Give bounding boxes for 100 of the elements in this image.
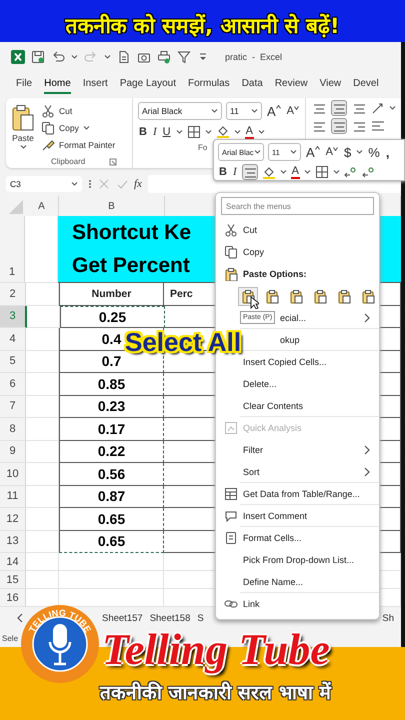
shrink-font-button[interactable]: A [324,146,340,158]
paste-button[interactable]: Paste [11,102,35,157]
clipboard-icon [11,104,35,132]
italic-button[interactable]: I [152,126,158,138]
align-center-button[interactable] [331,118,347,134]
excel-logo-icon [11,50,25,64]
cut-button[interactable]: Cut [41,104,116,118]
row-header[interactable]: 7 [0,396,26,418]
ribbon-tab[interactable]: Home [44,74,71,94]
up-caret-icon [314,146,320,150]
ribbon-tab[interactable]: Insert [82,74,108,94]
undo-icon[interactable] [51,50,65,64]
printer-icon[interactable] [157,50,171,64]
menu-item[interactable]: Delete... [216,373,379,395]
row-header[interactable]: 16 [0,589,26,607]
font-name-field[interactable]: Arial Black [138,102,222,120]
ribbon-tab[interactable]: Devel [353,74,379,94]
caret-icon [258,128,265,134]
copy-button[interactable]: Copy [41,121,116,135]
borders-icon[interactable] [186,124,201,138]
ribbon-tab[interactable]: Page Layout [120,74,176,94]
fill-color-icon[interactable] [216,124,230,139]
underline-button[interactable]: U [162,126,172,138]
grow-font-button[interactable]: A [305,144,321,160]
ribbon-tab[interactable]: File [16,74,32,94]
dialog-launcher-icon[interactable] [108,158,117,166]
grid-cell [26,530,59,553]
orientation-icon[interactable] [371,101,385,115]
menu-item[interactable]: Pick From Drop-down List... [216,549,379,571]
row-header[interactable]: 5 [0,350,26,373]
bold-button[interactable]: B [218,166,228,178]
italic-button[interactable]: I [232,166,238,178]
menu-item[interactable]: Copy [216,241,379,263]
save-icon[interactable] [31,50,45,64]
menu-item[interactable]: Clear Contents [216,395,379,417]
borders-icon[interactable] [314,165,329,179]
fill-color-icon[interactable] [262,164,276,180]
menu-item[interactable]: Sort [216,461,379,483]
sheet-tab[interactable]: Sheet157 [102,612,150,624]
menu-item[interactable]: okup [280,329,371,351]
indent-icon[interactable] [371,119,385,133]
search-field[interactable]: Search the menus [221,197,374,215]
row-header[interactable]: 11 [0,486,26,508]
grid-cell [26,440,59,463]
chevron-right-icon [363,313,371,323]
row-header[interactable]: 15 [0,571,26,589]
middle-align-button[interactable] [331,100,347,116]
row-header[interactable]: 3 [0,306,27,328]
comma-button[interactable]: , [384,144,390,160]
lines-icon [333,102,345,114]
clipboard-icon [224,267,238,281]
scroll-left-icon[interactable] [16,613,24,623]
ribbon-tab[interactable]: Data [242,74,263,94]
row-header[interactable]: 8 [0,418,26,440]
menu-item[interactable]: Filter [216,439,379,461]
menu-item[interactable]: Format Cells... [216,527,379,549]
down-caret-icon [294,106,299,110]
format-painter-button[interactable]: Format Painter [41,138,116,152]
menu-item[interactable]: Link [216,593,379,615]
shrink-font-button[interactable]: A [286,105,300,117]
document-icon[interactable] [117,50,131,64]
row-header[interactable]: 6 [0,373,26,396]
ribbon-tab[interactable]: View [320,74,342,94]
row-header[interactable]: 13 [0,530,26,553]
row-header[interactable]: 4 [0,328,26,350]
row-header[interactable]: 2 [0,283,26,306]
menu-item[interactable]: ecial... [280,307,371,329]
row-header[interactable]: 12 [0,508,26,530]
grow-font-button[interactable]: A [266,104,282,118]
row-header[interactable]: 14 [0,553,26,571]
grid-cell [26,283,59,306]
filter-icon[interactable] [177,50,191,64]
chevron-right-icon [363,445,371,455]
caret-icon [280,169,287,175]
decimal-icon[interactable] [362,165,376,179]
sheet-tab[interactable]: Sh [382,612,401,624]
row-header[interactable]: 10 [0,463,26,486]
currency-button[interactable]: $ [343,144,352,160]
sheet-tab[interactable]: S [197,612,211,624]
insert-function-button[interactable]: fx [134,178,142,190]
name-box[interactable]: C3 [6,176,82,192]
menu-item[interactable]: Define Name... [216,571,379,593]
sheet-tab[interactable]: Sheet158 [150,612,198,624]
group-label: Clipboard [51,157,86,166]
menu-item[interactable]: Cut [216,219,379,241]
lines-icon [353,120,365,132]
menu-item[interactable]: Get Data from Table/Range... [216,483,379,505]
ribbon-tab[interactable]: Formulas [188,74,230,94]
row-header[interactable]: 9 [0,440,26,463]
ribbon-tab[interactable]: Review [274,74,308,94]
center-button[interactable] [242,164,258,180]
font-size-field[interactable]: 11 [226,102,262,120]
menu-item[interactable]: Insert Comment [216,505,379,527]
bold-button[interactable]: B [138,126,148,138]
font-color-button[interactable]: A [290,165,300,179]
percent-button[interactable]: % [367,144,381,160]
row-header[interactable]: 1 [0,216,25,283]
decimal-icon[interactable] [344,165,358,179]
format-cells-icon [224,531,238,545]
caret-icon [20,144,26,150]
